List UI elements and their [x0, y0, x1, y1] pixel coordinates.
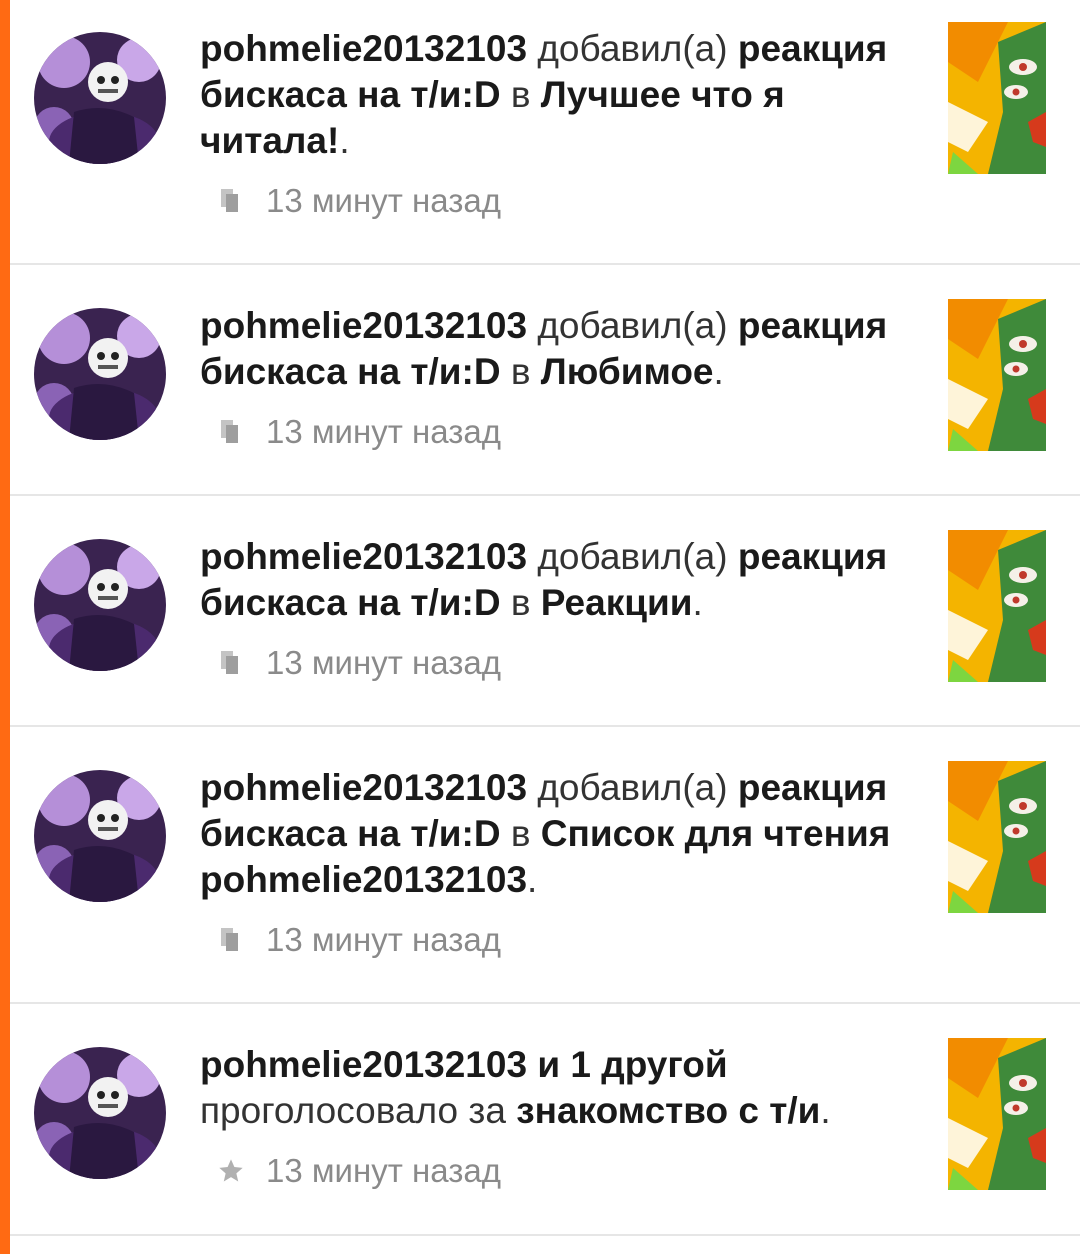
story-cover[interactable] [948, 299, 1046, 451]
timestamp-row: 13 минут назад [216, 181, 501, 221]
user-avatar[interactable] [34, 539, 166, 671]
timestamp: 13 минут назад [266, 1152, 501, 1189]
preposition-text: в [510, 74, 531, 115]
feed-item[interactable]: pohmelie20132103 добавил(а) реакция биск… [10, 727, 1080, 1004]
timestamp-row: 13 минут назад [216, 920, 501, 960]
feed-item[interactable]: pohmelie20132103 и 1 другой проголосовал… [10, 1004, 1080, 1236]
feed-item[interactable]: pohmelie20132103 добавил(а) реакция биск… [10, 265, 1080, 496]
feed-item[interactable]: pohmelie20132103 добавил(а) реакция биск… [10, 0, 1080, 265]
library-add-icon [216, 648, 246, 678]
username-link[interactable]: pohmelie20132103 [200, 28, 527, 69]
end-punct: . [339, 120, 350, 161]
feed-item[interactable]: pohmelie20132103 добавил(а) реакция биск… [10, 496, 1080, 727]
action-text: добавил(а) [537, 305, 728, 346]
user-avatar[interactable] [34, 1047, 166, 1179]
action-text: добавил(а) [537, 28, 728, 69]
activity-text: pohmelie20132103 добавил(а) реакция биск… [200, 534, 930, 626]
end-punct: . [527, 859, 538, 900]
timestamp-row: 13 минут назад [216, 412, 501, 452]
library-add-icon [216, 186, 246, 216]
preposition-text: в [510, 351, 531, 392]
activity-text: pohmelie20132103 добавил(а) реакция биск… [200, 26, 930, 164]
accent-bar [0, 0, 10, 1254]
activity-text: pohmelie20132103 и 1 другой проголосовал… [200, 1042, 930, 1134]
user-avatar[interactable] [34, 308, 166, 440]
preposition-text: в [510, 813, 531, 854]
activity-text: pohmelie20132103 добавил(а) реакция биск… [200, 303, 930, 395]
action-text: добавил(а) [537, 767, 728, 808]
action-text: проголосовало за [200, 1090, 506, 1131]
activity-feed-page: pohmelie20132103 добавил(а) реакция биск… [0, 0, 1080, 1254]
timestamp: 13 минут назад [266, 644, 501, 681]
username-link[interactable]: pohmelie20132103 [200, 767, 527, 808]
username-link[interactable]: pohmelie20132103 [200, 305, 527, 346]
story-cover[interactable] [948, 761, 1046, 913]
reading-list-link[interactable]: Любимое [541, 351, 714, 392]
library-add-icon [216, 925, 246, 955]
username-link[interactable]: pohmelie20132103 [200, 1044, 527, 1085]
story-title-link[interactable]: знакомство с т/и [516, 1090, 820, 1131]
reading-list-link[interactable]: Реакции [541, 582, 693, 623]
timestamp-row: 13 минут назад [216, 1151, 501, 1191]
timestamp: 13 минут назад [266, 182, 501, 219]
timestamp: 13 минут назад [266, 921, 501, 958]
timestamp: 13 минут назад [266, 413, 501, 450]
user-avatar[interactable] [34, 32, 166, 164]
activity-text: pohmelie20132103 добавил(а) реакция биск… [200, 765, 930, 903]
preposition-text: в [510, 582, 531, 623]
username-link[interactable]: pohmelie20132103 [200, 536, 527, 577]
star-icon [216, 1156, 246, 1186]
end-punct: . [692, 582, 703, 623]
end-punct: . [713, 351, 724, 392]
story-cover[interactable] [948, 22, 1046, 174]
user-avatar[interactable] [34, 770, 166, 902]
end-punct: . [820, 1090, 831, 1131]
story-cover[interactable] [948, 1038, 1046, 1190]
action-text: добавил(а) [537, 536, 728, 577]
story-cover[interactable] [948, 530, 1046, 682]
library-add-icon [216, 417, 246, 447]
timestamp-row: 13 минут назад [216, 643, 501, 683]
others-link[interactable]: и 1 другой [537, 1044, 727, 1085]
